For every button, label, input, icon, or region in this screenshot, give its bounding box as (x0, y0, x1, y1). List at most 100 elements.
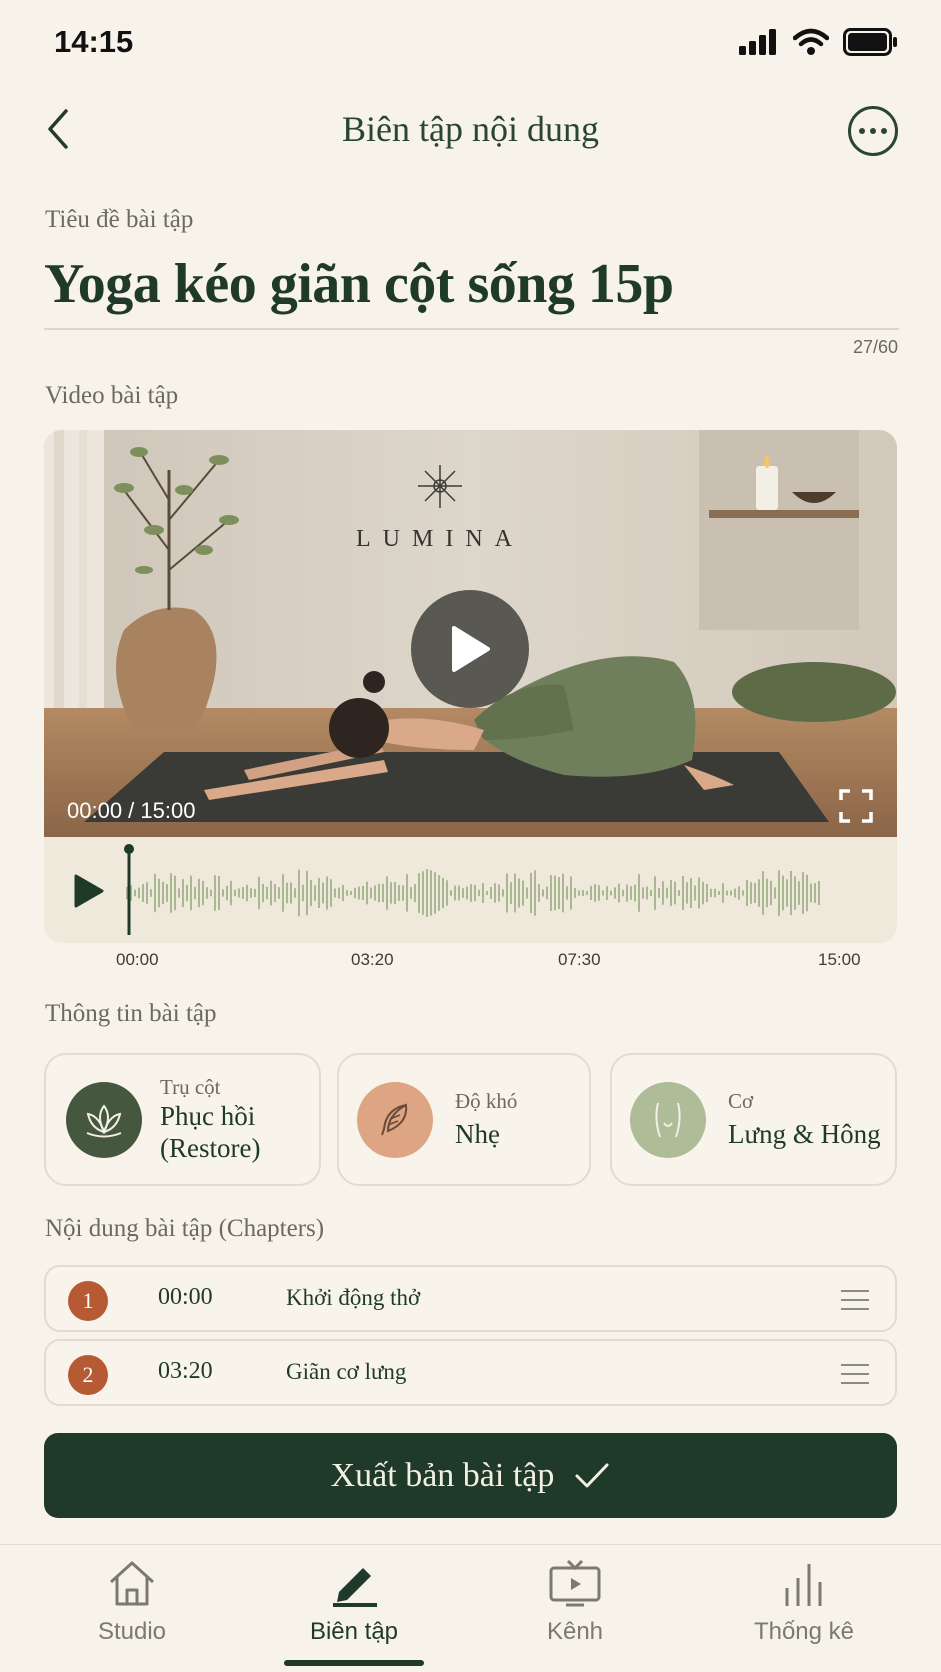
waveform[interactable] (120, 843, 880, 939)
waveform-bar (426, 869, 428, 917)
waveform-bar (334, 888, 336, 898)
waveform-bar (158, 878, 160, 908)
waveform-bar (174, 875, 176, 911)
dot-icon (859, 128, 865, 134)
waveform-bar (262, 883, 264, 903)
waveform-bar (314, 885, 316, 901)
waveform-bar (258, 876, 260, 910)
chapter-row[interactable]: 1 00:00 Khởi động thở (44, 1265, 897, 1332)
waveform-bar (666, 887, 668, 899)
waveform-bar (298, 869, 300, 917)
waveform-bar (582, 890, 584, 896)
home-icon (109, 1561, 155, 1606)
more-options-button[interactable] (848, 106, 898, 156)
battery-icon (843, 28, 897, 56)
waveform-bar (238, 888, 240, 898)
status-time: 14:15 (54, 24, 134, 59)
tab-label: Thống kê (753, 1618, 855, 1645)
waveform-bar (138, 887, 140, 899)
waveform-bar (662, 881, 664, 905)
publish-button[interactable]: Xuất bản bài tập (44, 1433, 897, 1518)
video-time-display: 00:00 / 15:00 (67, 798, 196, 823)
tab-editor[interactable]: Biên tập (264, 1558, 444, 1646)
waveform-bar (226, 885, 228, 901)
waveform-bar (438, 875, 440, 911)
waveform-bar (770, 880, 772, 906)
fullscreen-icon (839, 789, 873, 823)
chapter-time: 00:00 (158, 1284, 213, 1310)
waveform-bar (290, 882, 292, 904)
waveform-bar (322, 882, 324, 904)
waveform-bar (458, 885, 460, 901)
torso-icon (630, 1081, 706, 1158)
waveform-bar (154, 873, 156, 913)
waveform-bar (210, 889, 212, 897)
playhead-handle[interactable] (124, 844, 134, 854)
waveform-bar (150, 889, 152, 897)
waveform-bar (586, 891, 588, 895)
waveform-bar (354, 887, 356, 899)
waveform-bar (310, 880, 312, 906)
pillar-caption: Trụ cột (160, 1074, 221, 1099)
waveform-bar (530, 872, 532, 914)
muscle-card[interactable]: Cơ Lưng & Hông (610, 1053, 897, 1186)
difficulty-card[interactable]: Độ khó Nhẹ (337, 1053, 591, 1186)
waveform-bar (342, 884, 344, 902)
waveform-bar (358, 886, 360, 900)
info-section-label: Thông tin bài tập (45, 1000, 217, 1027)
tab-label: Studio (97, 1618, 167, 1645)
waveform-bar (146, 882, 148, 904)
wifi-icon (793, 28, 829, 55)
title-input[interactable] (44, 252, 899, 316)
waveform-bar (518, 878, 520, 908)
drag-handle-icon[interactable] (841, 1290, 869, 1310)
waveform-bar (166, 884, 168, 902)
waveform-bar (746, 880, 748, 906)
waveform-bar (790, 870, 792, 916)
timeline-play-button[interactable] (72, 873, 106, 909)
waveform-bar (278, 887, 280, 899)
waveform-bar (558, 877, 560, 909)
tab-channel[interactable]: Kênh (485, 1558, 665, 1646)
dot-icon (881, 128, 887, 134)
active-tab-indicator (284, 1660, 424, 1666)
waveform-bar (762, 871, 764, 915)
waveform-bar (698, 877, 700, 909)
playhead[interactable] (127, 847, 131, 935)
waveform-bar (430, 870, 432, 916)
waveform-bar (626, 884, 628, 902)
difficulty-caption: Độ khó (455, 1088, 518, 1113)
waveform-bar (574, 888, 576, 898)
waveform-bar (622, 889, 624, 897)
waveform-bar (214, 875, 216, 911)
video-play-button[interactable] (411, 590, 529, 708)
chapter-time: 03:20 (158, 1358, 213, 1384)
tab-studio[interactable]: Studio (42, 1558, 222, 1646)
waveform-bar (470, 884, 472, 902)
waveform-bar (630, 886, 632, 900)
waveform-bar (254, 888, 256, 898)
chapter-title: Khởi động thở (286, 1285, 421, 1310)
tab-stats[interactable]: Thống kê (714, 1558, 894, 1646)
chapter-row[interactable]: 2 03:20 Giãn cơ lưng (44, 1339, 897, 1406)
waveform-bar (142, 884, 144, 902)
pillar-card[interactable]: Trụ cột Phục hồi (Restore) (44, 1053, 321, 1186)
waveform-bar (774, 887, 776, 899)
waveform-bar (442, 877, 444, 909)
waveform-bar (522, 880, 524, 906)
drag-handle-icon[interactable] (841, 1364, 869, 1384)
waveform-bar (554, 875, 556, 911)
waveform-bar (190, 875, 192, 911)
waveform-bar (294, 888, 296, 898)
waveform-bar (494, 883, 496, 903)
waveform-bar (614, 887, 616, 899)
waveform-bar (402, 885, 404, 901)
waveform-bar (350, 890, 352, 896)
waveform-bar (318, 878, 320, 908)
chapter-number: 1 (68, 1281, 108, 1321)
waveform-bar (178, 888, 180, 898)
fullscreen-button[interactable] (838, 788, 874, 824)
chapters-label: Nội dung bài tập (Chapters) (45, 1215, 325, 1242)
waveform-bar (778, 870, 780, 916)
waveform-bar (394, 881, 396, 905)
